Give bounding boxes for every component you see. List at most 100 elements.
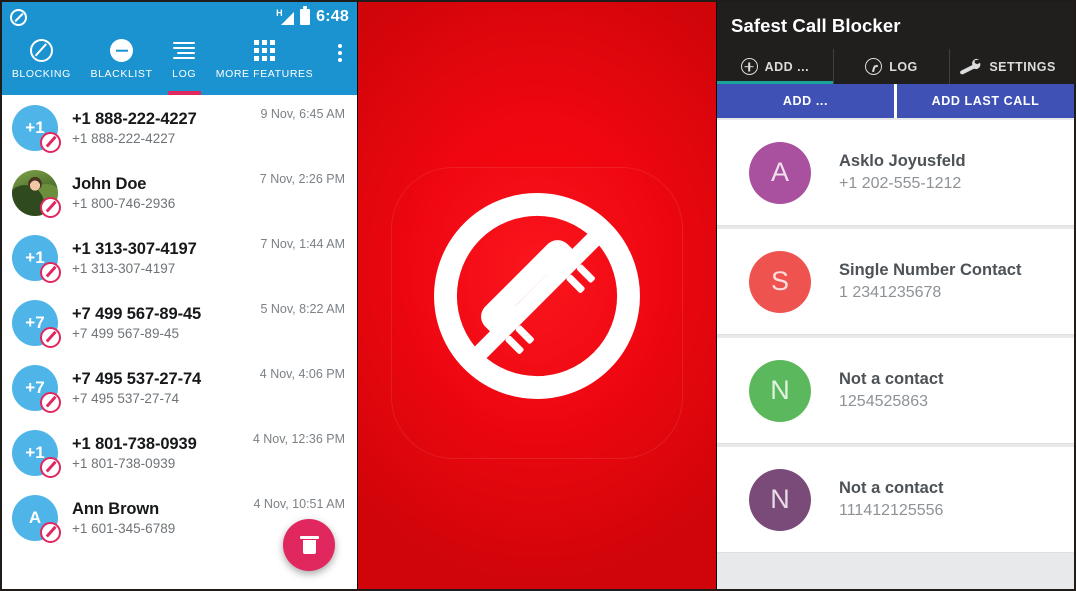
status-bar-clock: 6:48: [316, 8, 349, 25]
blocked-badge-icon: [40, 521, 61, 543]
list-item[interactable]: S Single Number Contact 1 2341235678: [717, 229, 1074, 335]
block-circle-icon: [29, 38, 53, 63]
list-item-text: John Doe +1 800-746-2936: [58, 175, 260, 211]
list-item-title: +1 313-307-4197: [72, 239, 197, 258]
list-item-title: John Doe: [72, 174, 147, 193]
page-title: Safest Call Blocker: [731, 15, 901, 36]
tab-log-label: LOG: [889, 59, 918, 74]
list-item-subtitle: +1 601-345-6789: [72, 520, 176, 536]
active-tab-indicator: [717, 81, 833, 84]
avatar: +7: [12, 299, 61, 348]
list-item-text: +7 495 537-27-74 +7 495 537-27-74: [58, 370, 260, 406]
avatar: S: [749, 250, 811, 313]
list-item[interactable]: N Not a contact 111412125556: [717, 447, 1074, 553]
avatar: A: [12, 494, 61, 543]
call-log-list: +1 +1 888-222-4227 +1 888-222-4227 9 Nov…: [2, 95, 357, 589]
list-item[interactable]: +7 +7 499 567-89-45 +7 499 567-89-45 5 N…: [2, 290, 357, 355]
avatar: A: [749, 141, 811, 204]
add-last-call-button[interactable]: ADD LAST CALL: [897, 84, 1074, 118]
app-header: Safest Call Blocker ADD ... LOG SETTINGS: [717, 2, 1074, 84]
blocked-badge-icon: [40, 326, 61, 348]
contact-number: +1 202-555-1212: [839, 175, 962, 192]
list-item-title: +7 495 537-27-74: [72, 369, 202, 388]
list-item-subtitle: +7 499 567-89-45: [72, 325, 179, 341]
avatar: +7: [12, 364, 61, 413]
app-tab-bar: BLOCKING BLACKLIST LOG MORE FEATURES: [2, 32, 357, 95]
contact-name: Single Number Contact: [839, 261, 1022, 279]
list-item-text: +1 801-738-0939 +1 801-738-0939: [58, 435, 253, 471]
contact-number: 1 2341235678: [839, 284, 942, 301]
list-item[interactable]: +1 +1 888-222-4227 +1 888-222-4227 9 Nov…: [2, 95, 357, 160]
signal-bars-icon: H: [276, 8, 295, 25]
list-item-text: Not a contact 111412125556: [811, 479, 944, 520]
list-item-subtitle: +1 800-746-2936: [72, 195, 176, 211]
clock-icon: [865, 58, 883, 75]
list-item[interactable]: John Doe +1 800-746-2936 7 Nov, 2:26 PM: [2, 160, 357, 225]
list-item-time: 4 Nov, 12:36 PM: [252, 432, 345, 446]
list-item[interactable]: N Not a contact 1254525863: [717, 338, 1074, 444]
avatar: +1: [12, 104, 61, 153]
avatar: N: [749, 359, 811, 422]
status-bar-system: H 6:48: [276, 6, 349, 26]
contacts-list: A Asklo Joyusfeld +1 202-555-1212 S Sing…: [717, 118, 1074, 553]
tab-more-features-label: MORE FEATURES: [215, 68, 314, 80]
tab-log[interactable]: LOG: [834, 49, 951, 84]
contact-number: 111412125556: [839, 502, 944, 519]
list-item-text: Asklo Joyusfeld +1 202-555-1212: [811, 152, 966, 193]
tab-blacklist-label: BLACKLIST: [90, 68, 153, 80]
tab-more-features[interactable]: MORE FEATURES: [206, 38, 323, 95]
signal-triangle: [281, 11, 295, 25]
right-phone-panel: Safest Call Blocker ADD ... LOG SETTINGS: [716, 0, 1076, 591]
avatar: +1: [12, 429, 61, 478]
list-item-text: Ann Brown +1 601-345-6789: [58, 500, 254, 536]
list-item[interactable]: A Asklo Joyusfeld +1 202-555-1212: [717, 120, 1074, 226]
list-item[interactable]: +7 +7 495 537-27-74 +7 495 537-27-74 4 N…: [2, 355, 357, 420]
list-item-time: 4 Nov, 10:51 AM: [253, 497, 346, 511]
avatar: +1: [12, 234, 61, 283]
list-item-title: +7 499 567-89-45: [72, 304, 202, 323]
list-item-subtitle: +1 801-738-0939: [72, 455, 176, 471]
tab-add[interactable]: ADD ...: [717, 49, 834, 84]
tab-log-label: LOG: [172, 68, 197, 80]
list-item-text: Not a contact 1254525863: [811, 370, 944, 411]
blocked-badge-icon: [40, 391, 61, 413]
contact-number: 1254525863: [839, 393, 928, 410]
list-item-text: +1 888-222-4227 +1 888-222-4227: [58, 110, 260, 146]
list-lines-icon: [173, 38, 196, 63]
list-item-text: +7 499 567-89-45 +7 499 567-89-45: [58, 305, 260, 341]
header-tab-bar: ADD ... LOG SETTINGS: [717, 49, 1074, 84]
blocked-badge-icon: [40, 456, 61, 478]
tab-blocking[interactable]: BLOCKING: [2, 38, 81, 95]
add-button[interactable]: ADD ...: [717, 84, 894, 118]
left-phone-panel: H 6:48 BLOCKING BLACKLIST LOG MORE FEATU…: [0, 0, 358, 591]
tab-blacklist[interactable]: BLACKLIST: [81, 38, 163, 95]
tab-settings-label: SETTINGS: [989, 59, 1056, 74]
delete-fab-button[interactable]: [283, 519, 335, 571]
tab-add-label: ADD ...: [764, 59, 810, 74]
trash-icon: [299, 536, 319, 554]
list-item-subtitle: +1 313-307-4197: [72, 260, 176, 276]
blocked-badge-icon: [40, 131, 61, 153]
tab-blocking-label: BLOCKING: [11, 68, 71, 80]
list-item-subtitle: +7 495 537-27-74: [72, 390, 179, 406]
battery-full-icon: [300, 6, 311, 25]
tab-settings[interactable]: SETTINGS: [950, 49, 1074, 84]
grid-dots-icon: [253, 38, 275, 63]
plus-circle-icon: [740, 58, 758, 75]
list-item-title: Ann Brown: [72, 499, 160, 518]
status-bar-notifications: [10, 8, 27, 26]
more-vert-icon[interactable]: [323, 38, 357, 62]
list-item-time: 7 Nov, 1:44 AM: [260, 237, 345, 251]
no-phone-prohibition-icon: [434, 192, 640, 399]
list-item-time: 7 Nov, 2:26 PM: [259, 172, 345, 186]
avatar: N: [749, 468, 811, 531]
screenshot-stage: H 6:48 BLOCKING BLACKLIST LOG MORE FEATU…: [0, 0, 1076, 591]
list-item-time: 4 Nov, 4:06 PM: [259, 367, 345, 381]
tab-log[interactable]: LOG: [162, 38, 206, 95]
contact-name: Asklo Joyusfeld: [839, 152, 966, 170]
list-item[interactable]: +1 +1 313-307-4197 +1 313-307-4197 7 Nov…: [2, 225, 357, 290]
contact-name: Not a contact: [839, 479, 944, 497]
list-item[interactable]: +1 +1 801-738-0939 +1 801-738-0939 4 Nov…: [2, 420, 357, 485]
list-item-title: +1 888-222-4227: [72, 109, 197, 128]
avatar: [12, 169, 61, 218]
